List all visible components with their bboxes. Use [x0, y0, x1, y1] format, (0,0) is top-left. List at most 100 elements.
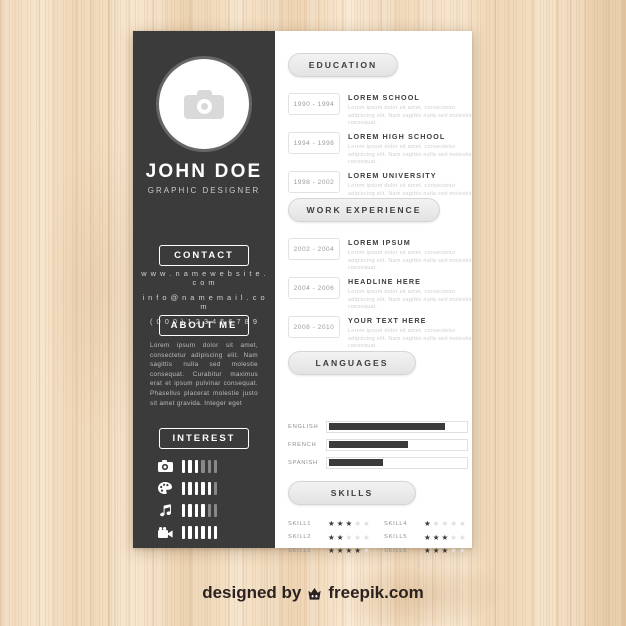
language-row: SPANISH	[288, 456, 468, 469]
language-progress-fill	[328, 423, 445, 430]
skill-star-rating: ★ ★ ★ ★ ★	[424, 547, 466, 555]
interest-bar	[188, 503, 192, 517]
work-entry: 2002 - 2004 LOREM IPSUM Lorem ipsum dolor …	[288, 238, 474, 273]
interest-rating-bars	[182, 503, 218, 517]
about-me-section-button[interactable]: ABOUT ME	[159, 315, 249, 336]
contact-website[interactable]: w w w . n a m e w e b s i t e . c o m	[141, 269, 267, 287]
skill-row: SKILL1 ★ ★ ★ ★ ★	[288, 520, 378, 528]
interest-bar	[207, 503, 211, 517]
interest-bar	[201, 459, 205, 473]
interest-bar	[207, 459, 211, 473]
work-entry-title: YOUR TEXT HERE	[348, 316, 427, 325]
skill-label: SKILL3	[288, 547, 312, 554]
language-list: ENGLISH FRENCH SPANISH	[288, 420, 468, 474]
education-entry-description: Lorem ipsum dolor sit amet, consectetur …	[348, 144, 472, 166]
star-icon: ★	[336, 546, 344, 555]
freepik-crown-icon	[306, 586, 323, 601]
languages-section-title: LANGUAGES	[288, 351, 416, 375]
interest-bar	[213, 459, 218, 473]
star-icon: ★	[432, 519, 440, 528]
star-icon: ★	[424, 546, 431, 555]
star-icon: ★	[432, 532, 440, 542]
interest-list	[157, 458, 218, 546]
star-icon: ★	[345, 532, 353, 542]
interest-bar	[213, 525, 218, 539]
skill-label: SKILL2	[288, 534, 312, 541]
language-progress-fill	[328, 441, 408, 448]
interest-rating-bars	[182, 525, 218, 539]
interest-bar	[213, 481, 218, 495]
wood-plank-seam	[556, 0, 558, 626]
work-entry-title: HEADLINE HERE	[348, 277, 422, 286]
star-icon: ★	[328, 519, 335, 528]
interest-bar	[207, 481, 211, 495]
work-entry-description: Lorem ipsum dolor sit amet, consectetur …	[348, 289, 472, 311]
star-icon: ★	[328, 532, 335, 542]
skill-star-rating: ★ ★ ★ ★ ★	[328, 547, 370, 555]
education-entry-title: LOREM HIGH SCHOOL	[348, 132, 446, 141]
interest-bar	[182, 525, 186, 539]
work-entry: 2008 - 2010 YOUR TEXT HERE Lorem ipsum dol…	[288, 316, 474, 351]
star-icon: ★	[450, 532, 457, 542]
interest-bar	[194, 525, 199, 539]
interest-row	[157, 458, 218, 474]
education-entry-title: LOREM UNIVERSITY	[348, 171, 437, 180]
interest-bar	[182, 459, 186, 473]
interest-section-button[interactable]: INTEREST	[159, 428, 249, 449]
star-icon: ★	[424, 532, 431, 542]
star-icon: ★	[354, 546, 361, 555]
education-entry-body: LOREM HIGH SCHOOL Lorem ipsum dolor sit a…	[348, 132, 474, 167]
star-icon: ★	[362, 546, 370, 555]
palette-icon	[157, 481, 173, 495]
star-icon: ★	[336, 532, 344, 542]
wood-plank-seam	[108, 0, 110, 626]
interest-bar	[201, 481, 205, 495]
language-progress-track	[326, 438, 468, 451]
contact-section-button[interactable]: CONTACT	[159, 245, 249, 266]
work-entry-date: 2008 - 2010	[288, 316, 340, 338]
star-icon: ★	[458, 546, 466, 555]
education-entry-date: 1994 - 1998	[288, 132, 340, 154]
skill-row: SKILL5 ★ ★ ★ ★ ★	[384, 532, 474, 542]
skills-grid: SKILL1 ★ ★ ★ ★ ★ SKILL4 ★ ★ ★ ★ ★ SKILL2 ★ ★ ★ ★ ★ SKILL5 ★…	[288, 520, 474, 555]
star-icon: ★	[458, 532, 466, 542]
work-entry-description: Lorem ipsum dolor sit amet, consectetur …	[348, 250, 472, 272]
interest-rating-bars	[182, 481, 218, 495]
star-icon: ★	[441, 546, 449, 555]
interest-bar	[213, 503, 218, 517]
work-entry-body: HEADLINE HERE Lorem ipsum dolor sit amet,…	[348, 277, 474, 312]
job-role: GRAPHIC DESIGNER	[147, 186, 261, 195]
skill-label: SKILL4	[384, 520, 408, 527]
screenshot-stage: JOHN DOE GRAPHIC DESIGNER CONTACT w w w …	[0, 0, 626, 626]
language-progress-fill	[328, 459, 384, 466]
interest-bar	[188, 525, 192, 539]
work-entry-body: LOREM IPSUM Lorem ipsum dolor sit amet, c…	[348, 238, 474, 273]
skill-label: SKILL5	[384, 534, 408, 541]
skill-row: SKILL6 ★ ★ ★ ★ ★	[384, 547, 474, 555]
skill-star-rating: ★ ★ ★ ★ ★	[424, 532, 466, 542]
education-entry-date: 1998 - 2002	[288, 171, 340, 193]
language-progress-track	[326, 456, 468, 469]
star-icon: ★	[362, 519, 370, 528]
skills-section-title: SKILLS	[288, 481, 416, 505]
language-label: SPANISH	[288, 459, 318, 466]
skill-row: SKILL4 ★ ★ ★ ★ ★	[384, 520, 474, 528]
interest-row	[157, 524, 218, 540]
interest-rating-bars	[182, 459, 218, 473]
star-icon: ★	[458, 519, 466, 528]
credit-prefix: designed by	[202, 583, 302, 602]
education-entry-date: 1990 - 1994	[288, 93, 340, 115]
video-camera-icon	[157, 526, 173, 539]
education-entry: 1990 - 1994 LOREM SCHOOL Lorem ipsum dolor…	[288, 93, 474, 128]
education-entry-body: LOREM SCHOOL Lorem ipsum dolor sit amet, …	[348, 93, 474, 128]
skill-row: SKILL2 ★ ★ ★ ★ ★	[288, 532, 378, 542]
work-entry-date: 2004 - 2006	[288, 277, 340, 299]
star-icon: ★	[441, 532, 449, 542]
contact-email[interactable]: i n f o @ n a m e m a i l . c o m	[141, 293, 267, 311]
interest-bar	[182, 481, 186, 495]
skill-label: SKILL1	[288, 520, 312, 527]
language-label: FRENCH	[288, 441, 317, 448]
star-icon: ★	[328, 546, 335, 555]
resume-left-panel: JOHN DOE GRAPHIC DESIGNER CONTACT w w w …	[133, 31, 275, 548]
about-me-text: Lorem ipsum dolor sit amet, consectetur …	[150, 342, 258, 407]
